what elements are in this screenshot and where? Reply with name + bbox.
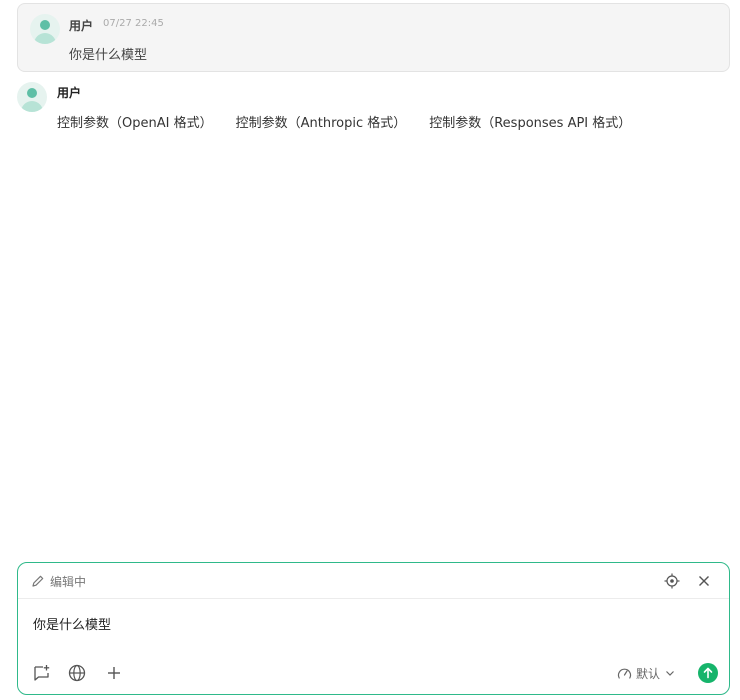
user-avatar [17, 82, 47, 112]
message-author: 用户 [57, 86, 82, 100]
gauge-icon [617, 666, 632, 681]
message-content: 你是什么模型 [69, 48, 148, 63]
control-param-anthropic[interactable]: 控制参数（Anthropic 格式） [236, 112, 407, 131]
message-author: 用户 [69, 19, 94, 33]
chat-add-icon[interactable] [33, 664, 51, 682]
message-composer: 编辑中 你是什么模型 默认 [17, 562, 730, 695]
mode-label: 默认 [636, 666, 661, 681]
arrow-up-icon [698, 663, 718, 683]
control-param-list: 控制参数（OpenAI 格式） 控制参数（Anthropic 格式） 控制参数（… [57, 112, 631, 131]
crosshair-icon[interactable] [664, 573, 680, 589]
mode-selector[interactable]: 默认 [617, 664, 676, 682]
message-item[interactable]: 用户 07/27 22:45 你是什么模型 [17, 3, 730, 72]
message-timestamp: 07/27 22:45 [103, 18, 164, 29]
user-avatar [30, 14, 60, 44]
chevron-down-icon [664, 667, 676, 679]
pencil-icon [31, 574, 45, 588]
composer-input[interactable]: 你是什么模型 [33, 614, 111, 633]
editing-status: 编辑中 [50, 575, 87, 589]
composer-header: 编辑中 [18, 563, 729, 599]
control-param-openai[interactable]: 控制参数（OpenAI 格式） [57, 112, 213, 131]
globe-icon[interactable] [68, 664, 86, 682]
chat-page: 用户 07/27 22:45 你是什么模型 用户 控制参数（OpenAI 格式）… [0, 0, 740, 700]
plus-icon[interactable] [105, 664, 123, 682]
control-param-responses[interactable]: 控制参数（Responses API 格式） [429, 112, 631, 131]
close-icon[interactable] [697, 574, 711, 588]
send-button[interactable] [698, 663, 718, 683]
